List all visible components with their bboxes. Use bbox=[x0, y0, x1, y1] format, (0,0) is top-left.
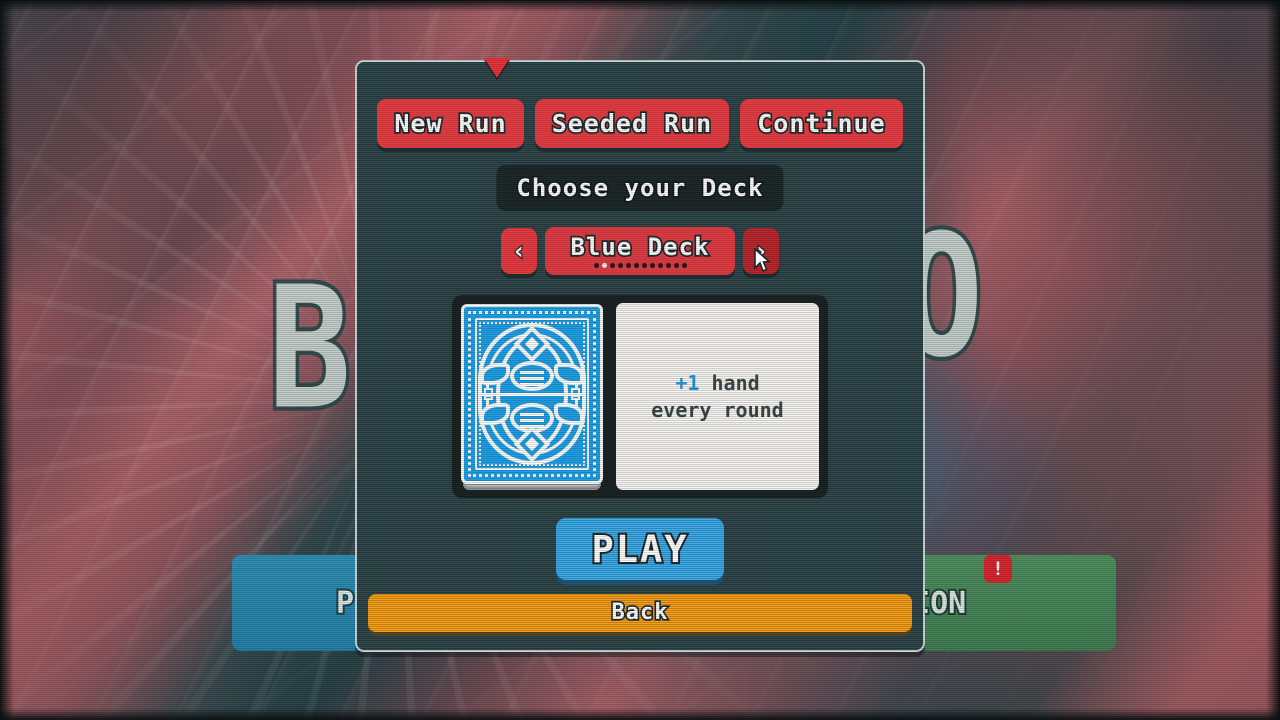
deck-card-stack[interactable] bbox=[461, 303, 607, 490]
card-back-filigree-art bbox=[464, 306, 600, 481]
play-button-label: PLAY bbox=[589, 527, 689, 571]
chevron-left-icon: ‹ bbox=[511, 237, 528, 265]
new-run-button[interactable]: New Run bbox=[377, 99, 524, 148]
selected-deck-name: Blue Deck bbox=[569, 232, 710, 261]
deck-dot bbox=[625, 262, 631, 268]
deck-selector: ‹ Blue Deck › bbox=[357, 227, 923, 275]
chevron-right-icon: › bbox=[753, 237, 770, 265]
continue-button[interactable]: Continue bbox=[740, 99, 903, 148]
run-mode-button-row: New Run Seeded Run Continue bbox=[357, 99, 923, 148]
deck-dot bbox=[617, 262, 623, 268]
deck-dot bbox=[609, 262, 615, 268]
deck-dot bbox=[673, 262, 679, 268]
triangle-down-icon bbox=[484, 58, 510, 78]
deck-dot bbox=[657, 262, 663, 268]
deck-description-line-1-text: hand bbox=[711, 370, 760, 395]
deck-description-card: +1 hand every round bbox=[616, 303, 819, 490]
deck-description-accent: +1 bbox=[675, 370, 700, 395]
new-run-dialog: New Run Seeded Run Continue Choose your … bbox=[355, 60, 925, 652]
deck-dot bbox=[593, 262, 599, 268]
card-back-preview bbox=[461, 303, 603, 484]
deck-description-line-1: +1 hand bbox=[675, 370, 760, 395]
choose-deck-heading-label: Choose your Deck bbox=[515, 174, 764, 202]
deck-dot bbox=[649, 262, 655, 268]
deck-pagination-dots bbox=[593, 262, 687, 268]
back-button[interactable]: Back bbox=[368, 594, 912, 632]
deck-dot-active bbox=[601, 262, 607, 268]
next-deck-button[interactable]: › bbox=[743, 228, 779, 274]
deck-dot bbox=[665, 262, 671, 268]
deck-dot bbox=[633, 262, 639, 268]
back-button-label: Back bbox=[610, 600, 669, 625]
deck-preview-frame: +1 hand every round bbox=[452, 295, 828, 498]
seeded-run-button-label: Seeded Run bbox=[550, 109, 713, 138]
choose-deck-heading: Choose your Deck bbox=[496, 165, 784, 211]
previous-deck-button[interactable]: ‹ bbox=[501, 228, 537, 274]
game-screen: B O P TION ! New Run Seeded Run Continue… bbox=[0, 0, 1280, 720]
continue-button-label: Continue bbox=[756, 109, 887, 138]
seeded-run-button[interactable]: Seeded Run bbox=[534, 99, 730, 148]
deck-dot bbox=[641, 262, 647, 268]
deck-description-line-2: every round bbox=[651, 398, 784, 422]
deck-dot bbox=[681, 262, 687, 268]
play-button[interactable]: PLAY bbox=[556, 518, 724, 580]
new-run-button-label: New Run bbox=[393, 109, 508, 138]
selected-deck-pill[interactable]: Blue Deck bbox=[545, 227, 735, 275]
